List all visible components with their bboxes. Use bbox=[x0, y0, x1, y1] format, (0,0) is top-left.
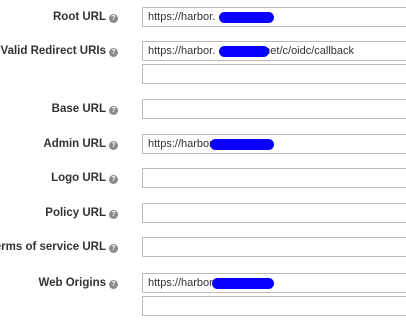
redaction-mark bbox=[219, 46, 269, 57]
redaction-mark bbox=[219, 12, 274, 23]
terms-of-service-url-input[interactable] bbox=[142, 237, 406, 257]
policy-url-input[interactable] bbox=[142, 203, 406, 223]
web-origin-input-2[interactable] bbox=[142, 296, 406, 316]
root-url-input[interactable]: https://harbor. net bbox=[142, 7, 406, 27]
help-icon[interactable]: ? bbox=[109, 14, 118, 23]
help-icon[interactable]: ? bbox=[109, 48, 118, 57]
redaction-mark bbox=[210, 139, 274, 150]
valid-redirect-uri-input-2[interactable] bbox=[142, 64, 406, 84]
base-url-label: Base URL? bbox=[52, 99, 118, 119]
terms-of-service-url-label: Terms of service URL? bbox=[0, 237, 118, 257]
help-icon[interactable]: ? bbox=[109, 106, 118, 115]
web-origins-label: Web Origins? bbox=[38, 273, 118, 293]
web-origin-input-1[interactable]: https://harbor. net bbox=[142, 273, 406, 293]
root-url-label: Root URL? bbox=[53, 7, 118, 27]
admin-url-label: Admin URL? bbox=[43, 134, 118, 154]
admin-url-input[interactable]: https://harbor. net bbox=[142, 134, 406, 154]
help-icon[interactable]: ? bbox=[109, 141, 118, 150]
valid-redirect-uris-label: *Valid Redirect URIs? bbox=[0, 41, 118, 61]
help-icon[interactable]: ? bbox=[109, 280, 118, 289]
help-icon[interactable]: ? bbox=[109, 244, 118, 253]
logo-url-input[interactable] bbox=[142, 168, 406, 188]
policy-url-label: Policy URL? bbox=[45, 203, 118, 223]
help-icon[interactable]: ? bbox=[109, 175, 118, 184]
logo-url-label: Logo URL? bbox=[51, 168, 118, 188]
help-icon[interactable]: ? bbox=[109, 210, 118, 219]
redaction-mark bbox=[212, 278, 274, 289]
base-url-input[interactable] bbox=[142, 99, 406, 119]
valid-redirect-uri-input-1[interactable]: https://harbor. .net/c/oidc/callback bbox=[142, 41, 406, 61]
